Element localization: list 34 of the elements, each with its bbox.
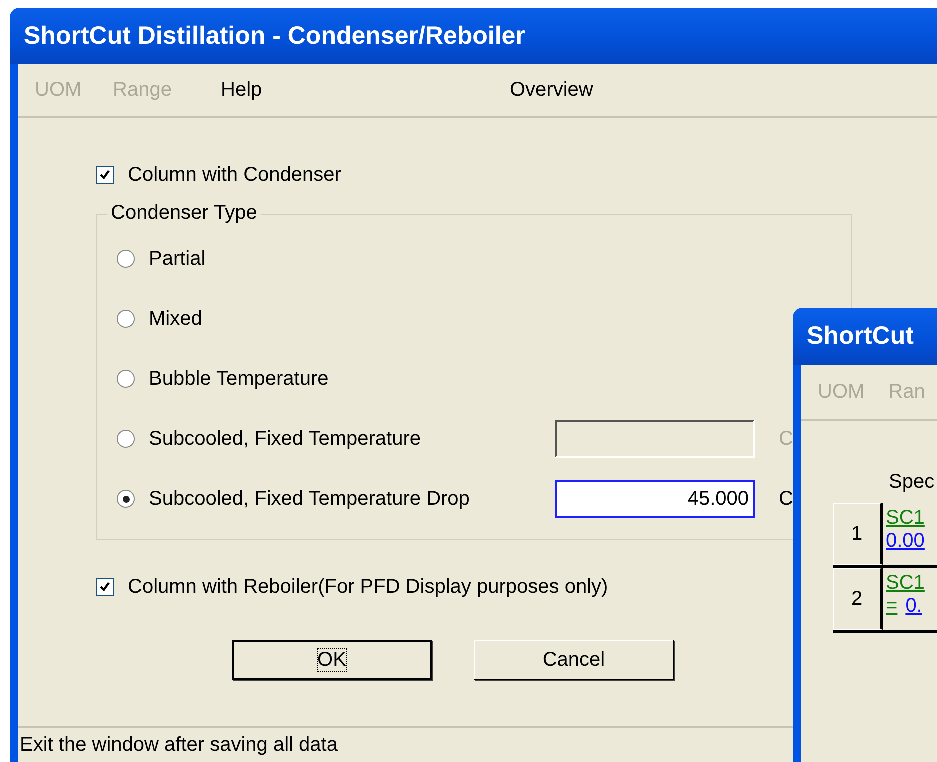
menu-item[interactable]: Overview [510, 78, 594, 102]
radio-label: Partial [149, 248, 206, 270]
input-field[interactable]: 45.000 [555, 480, 755, 518]
radio-label: Subcooled, Fixed Temperature [149, 428, 422, 450]
unit-label: C [779, 428, 794, 450]
cancel-button[interactable]: Cancel [474, 640, 674, 680]
radio-button[interactable] [117, 370, 135, 388]
radio-button[interactable] [117, 430, 135, 448]
radio-button[interactable] [117, 310, 135, 328]
checkbox[interactable] [96, 166, 114, 184]
checkbox-label: Column with Reboiler(For PFD Display purposes only) [128, 576, 608, 598]
window-title: ShortCut Distillation - Condenser/Reboiler [24, 22, 526, 50]
radio-button[interactable] [117, 490, 135, 508]
radio-button[interactable] [117, 250, 135, 268]
window-title: ShortCut [807, 322, 914, 351]
group-title: Condenser Type [107, 202, 262, 225]
checkbox[interactable] [96, 578, 114, 596]
column-header: Spec [889, 471, 935, 494]
menu-item[interactable]: Help [221, 78, 262, 102]
equals-link[interactable]: = [886, 595, 898, 618]
ok-button[interactable]: OK [232, 640, 432, 680]
radio-label: Subcooled, Fixed Temperature Drop [149, 488, 470, 510]
checkbox-label: Column with Condenser [128, 164, 342, 186]
spec-link[interactable]: SC1 [886, 572, 937, 595]
check-icon [99, 581, 111, 593]
unit-label: C [779, 488, 794, 510]
radio-label: Mixed [149, 308, 202, 330]
row-header: 1 [833, 503, 883, 565]
check-icon [99, 169, 111, 181]
value-link[interactable]: 0.00 [886, 530, 925, 553]
radio-label: Bubble Temperature [149, 368, 329, 390]
row-header: 2 [833, 568, 883, 630]
value-link[interactable]: 0. [906, 595, 922, 618]
spec-link[interactable]: SC1 [886, 507, 937, 530]
